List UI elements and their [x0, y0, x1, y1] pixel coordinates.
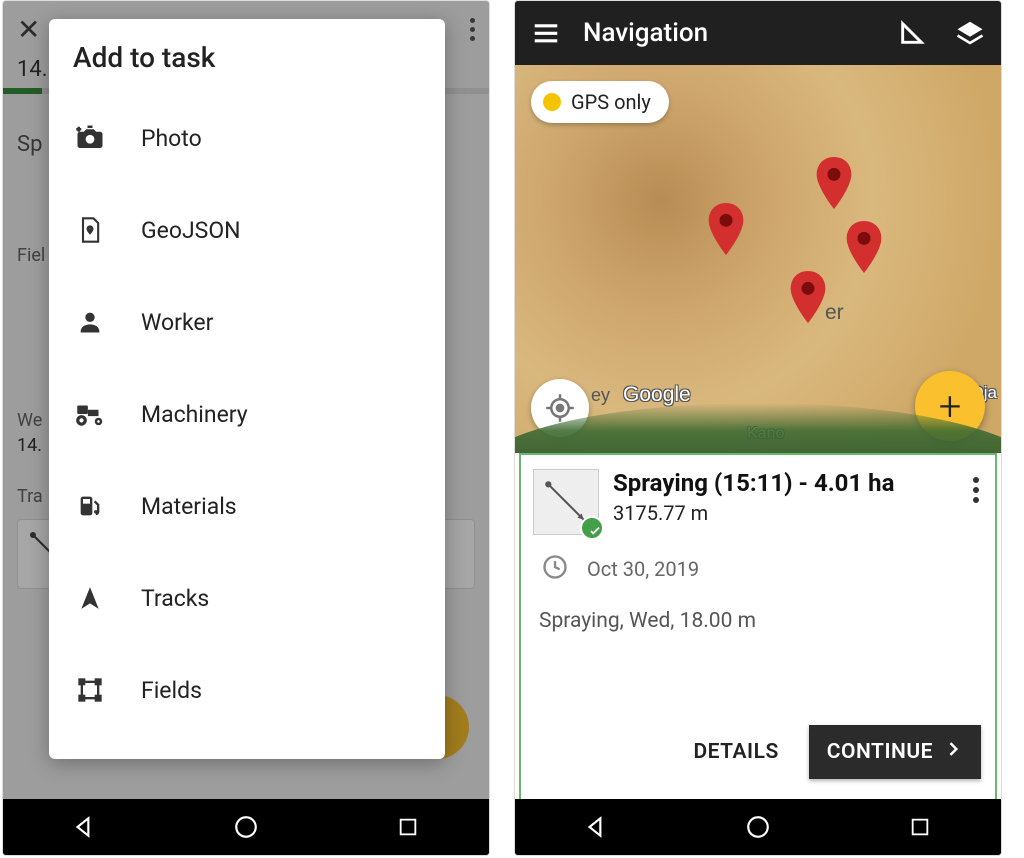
task-summary: Spraying, Wed, 18.00 m [521, 591, 995, 639]
triangle-ruler-icon[interactable] [897, 18, 927, 48]
map-label: ey [591, 385, 610, 406]
menu-item-machinery[interactable]: Machinery [49, 368, 445, 460]
menu-item-label: GeoJSON [141, 217, 241, 244]
home-button[interactable] [226, 807, 266, 847]
menu-item-label: Photo [141, 125, 202, 152]
phone-left: ✕ 14. Sp Fiel We 14. Tra Add to task [2, 0, 490, 856]
screen-right: Navigation GPS only er ey Google Kano [515, 1, 1001, 799]
dialog-title: Add to task [49, 37, 445, 92]
gps-status-dot [543, 93, 561, 111]
screen-left: ✕ 14. Sp Fiel We 14. Tra Add to task [3, 1, 489, 799]
continue-button[interactable]: CONTINUE [809, 725, 981, 779]
menu-item-worker[interactable]: Worker [49, 276, 445, 368]
map-pin[interactable] [845, 221, 883, 273]
continue-label: CONTINUE [827, 740, 933, 764]
menu-item-fields[interactable]: Fields [49, 644, 445, 736]
details-button[interactable]: DETAILS [675, 726, 796, 778]
back-button[interactable] [576, 807, 616, 847]
task-overflow-menu[interactable] [969, 469, 983, 511]
plus-icon: + [939, 383, 962, 430]
add-to-task-dialog: Add to task Photo GeoJSON Worker [49, 19, 445, 759]
android-navbar [515, 799, 1001, 855]
tractor-icon [73, 397, 107, 431]
nav-arrow-icon [73, 581, 107, 615]
fuel-icon [73, 489, 107, 523]
task-date: Oct 30, 2019 [587, 557, 699, 581]
layers-icon[interactable] [955, 18, 985, 48]
map-pin[interactable] [707, 203, 745, 255]
home-button[interactable] [738, 807, 778, 847]
menu-item-photo[interactable]: Photo [49, 92, 445, 184]
recent-apps-button[interactable] [388, 807, 428, 847]
add-fab[interactable]: + [915, 371, 985, 441]
menu-item-label: Materials [141, 493, 237, 520]
menu-icon[interactable] [531, 18, 561, 48]
app-bar-title: Navigation [583, 18, 708, 48]
menu-item-tracks[interactable]: Tracks [49, 552, 445, 644]
clock-icon [541, 553, 569, 585]
map-label: er [825, 301, 844, 325]
menu-item-label: Worker [141, 309, 213, 336]
app-bar: Navigation [515, 1, 1001, 65]
menu-item-label: Fields [141, 677, 202, 704]
android-navbar [3, 799, 489, 855]
menu-item-materials[interactable]: Materials [49, 460, 445, 552]
menu-item-label: Tracks [141, 585, 209, 612]
task-title: Spraying (15:11) - 4.01 ha [613, 469, 955, 497]
task-distance: 3175.77 m [613, 501, 955, 525]
task-card: Spraying (15:11) - 4.01 ha 3175.77 m Oct… [519, 453, 997, 799]
map-label: Kano [747, 425, 784, 443]
menu-item-label: Machinery [141, 401, 248, 428]
map-view[interactable]: GPS only er ey Google Kano N'Dja + [515, 65, 1001, 453]
task-thumbnail [533, 469, 599, 535]
gps-status-label: GPS only [571, 90, 651, 114]
gps-status-chip[interactable]: GPS only [531, 81, 669, 123]
back-button[interactable] [64, 807, 104, 847]
recent-apps-button[interactable] [900, 807, 940, 847]
google-attribution: Google [623, 383, 691, 407]
map-pin[interactable] [815, 157, 853, 209]
chevron-right-icon [943, 739, 963, 765]
check-icon [580, 516, 604, 540]
geojson-icon [73, 213, 107, 247]
map-pin[interactable] [789, 271, 827, 323]
phone-right: Navigation GPS only er ey Google Kano [514, 0, 1002, 856]
person-icon [73, 305, 107, 339]
camera-icon [73, 121, 107, 155]
menu-item-geojson[interactable]: GeoJSON [49, 184, 445, 276]
my-location-button[interactable] [531, 379, 589, 437]
polygon-icon [73, 673, 107, 707]
